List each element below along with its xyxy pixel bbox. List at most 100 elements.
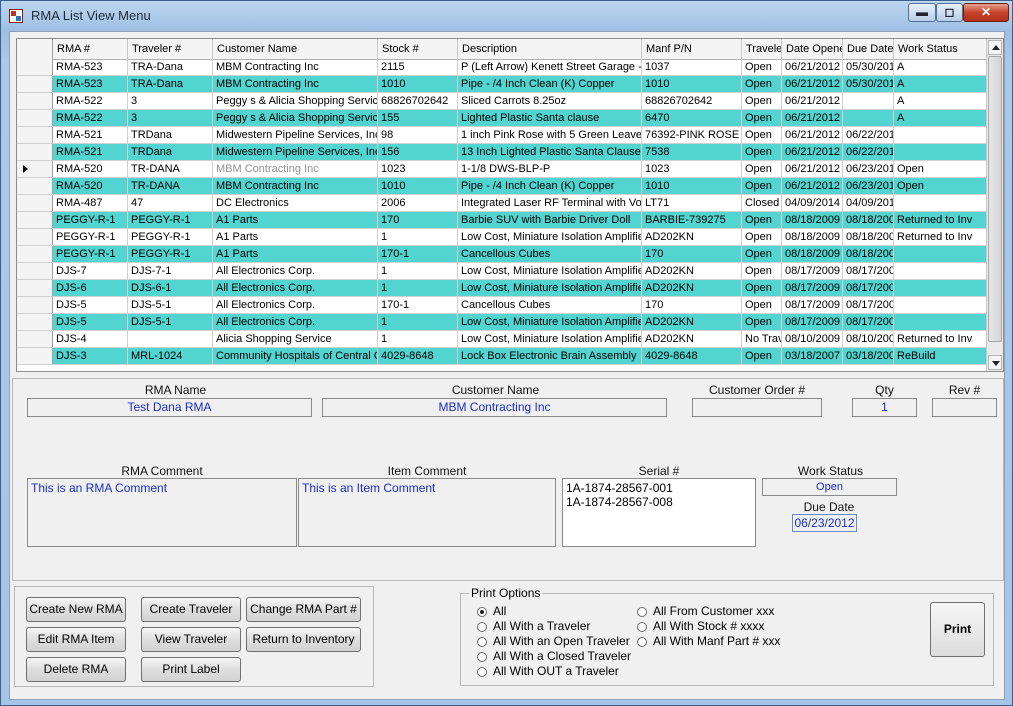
row-header[interactable]: [17, 161, 53, 177]
table-cell[interactable]: 08/17/2009: [782, 280, 843, 296]
table-cell[interactable]: 4029-8648: [642, 348, 742, 364]
table-cell[interactable]: 08/17/2009: [843, 297, 894, 313]
table-cell[interactable]: Open: [742, 263, 782, 279]
maximize-button[interactable]: ◻: [936, 3, 963, 22]
table-cell[interactable]: 98: [378, 127, 458, 143]
table-cell[interactable]: 08/10/2009: [843, 331, 894, 347]
table-cell[interactable]: 1: [378, 263, 458, 279]
column-header[interactable]: Stock #: [378, 39, 458, 59]
table-cell[interactable]: 06/22/2012: [843, 127, 894, 143]
table-cell[interactable]: 4029-8648: [378, 348, 458, 364]
table-cell[interactable]: AD202KN: [642, 280, 742, 296]
scroll-up-button[interactable]: [988, 40, 1002, 55]
table-cell[interactable]: TRA-Dana: [128, 76, 213, 92]
table-cell[interactable]: 76392-PINK ROSE: [642, 127, 742, 143]
row-header[interactable]: [17, 178, 53, 194]
column-header[interactable]: RMA #: [53, 39, 128, 59]
table-row[interactable]: DJS-5 DJS-5-1 All Electronics Corp. 1 Low Co…: [17, 314, 987, 331]
table-cell[interactable]: Community Hospitals of Central Califor: [213, 348, 378, 364]
table-row[interactable]: DJS-3 MRL-1024 Community Hospitals of Cent…: [17, 348, 987, 365]
table-cell[interactable]: Open: [742, 314, 782, 330]
table-cell[interactable]: [894, 297, 987, 313]
table-cell[interactable]: 2006: [378, 195, 458, 211]
row-header[interactable]: [17, 229, 53, 245]
table-cell[interactable]: [894, 314, 987, 330]
create-new-rma-button[interactable]: Create New RMA: [26, 597, 126, 622]
table-cell[interactable]: AD202KN: [642, 229, 742, 245]
table-cell[interactable]: Open: [742, 76, 782, 92]
table-cell[interactable]: DJS-3: [53, 348, 128, 364]
table-cell[interactable]: 155: [378, 110, 458, 126]
change-rma-part-button[interactable]: Change RMA Part #: [246, 597, 361, 622]
delete-rma-button[interactable]: Delete RMA: [26, 657, 126, 682]
row-header[interactable]: [17, 263, 53, 279]
table-cell[interactable]: 3: [128, 93, 213, 109]
table-cell[interactable]: 1010: [642, 76, 742, 92]
column-header[interactable]: Date Opene: [782, 39, 843, 59]
row-header[interactable]: [17, 144, 53, 160]
table-cell[interactable]: BARBIE-739275: [642, 212, 742, 228]
table-cell[interactable]: Sliced Carrots 8.25oz: [458, 93, 642, 109]
view-traveler-button[interactable]: View Traveler: [141, 627, 241, 652]
table-cell[interactable]: 08/18/2009: [782, 246, 843, 262]
table-cell[interactable]: Peggy s & Alicia Shopping Service: [213, 110, 378, 126]
table-row[interactable]: DJS-5 DJS-5-1 All Electronics Corp. 170-1 Ca…: [17, 297, 987, 314]
table-row[interactable]: RMA-521 TRDana Midwestern Pipeline Service…: [17, 144, 987, 161]
row-header[interactable]: [17, 110, 53, 126]
table-cell[interactable]: 04/09/2014: [843, 195, 894, 211]
radio-all-with-manf-part[interactable]: All With Manf Part # xxx: [637, 634, 780, 648]
table-cell[interactable]: TR-DANA: [128, 178, 213, 194]
table-cell[interactable]: Open: [742, 93, 782, 109]
table-cell[interactable]: Open: [742, 212, 782, 228]
table-cell[interactable]: MBM Contracting Inc: [213, 59, 378, 75]
table-cell[interactable]: 170-1: [378, 246, 458, 262]
table-cell[interactable]: 7538: [642, 144, 742, 160]
table-cell[interactable]: 1: [378, 280, 458, 296]
table-cell[interactable]: [843, 93, 894, 109]
table-cell[interactable]: Cancellous Cubes: [458, 246, 642, 262]
qty-field[interactable]: 1: [852, 398, 917, 417]
table-cell[interactable]: MRL-1024: [128, 348, 213, 364]
table-cell[interactable]: [894, 144, 987, 160]
table-cell[interactable]: Low Cost, Miniature Isolation Amplifiers…: [458, 229, 642, 245]
table-cell[interactable]: 170: [642, 297, 742, 313]
table-cell[interactable]: Open: [742, 229, 782, 245]
table-cell[interactable]: DJS-5-1: [128, 314, 213, 330]
table-row[interactable]: RMA-522 3 Peggy s & Alicia Shopping Servic…: [17, 110, 987, 127]
table-cell[interactable]: A1 Parts: [213, 229, 378, 245]
table-cell[interactable]: 08/17/2009: [782, 297, 843, 313]
rma-grid[interactable]: RMA # Traveler # Customer Name Stock # Descr…: [16, 38, 1004, 372]
table-cell[interactable]: Open: [742, 348, 782, 364]
table-cell[interactable]: LT71: [642, 195, 742, 211]
table-cell[interactable]: DJS-7: [53, 263, 128, 279]
table-cell[interactable]: A: [894, 110, 987, 126]
table-cell[interactable]: PEGGY-R-1: [128, 212, 213, 228]
table-cell[interactable]: RMA-523: [53, 76, 128, 92]
table-cell[interactable]: Open: [742, 161, 782, 177]
table-cell[interactable]: 06/21/2012: [782, 178, 843, 194]
rma-comment-textarea[interactable]: This is an RMA Comment: [27, 478, 297, 547]
table-cell[interactable]: RMA-521: [53, 144, 128, 160]
table-cell[interactable]: Open: [742, 59, 782, 75]
table-cell[interactable]: Open: [742, 110, 782, 126]
close-button[interactable]: ✕: [963, 3, 1009, 22]
table-cell[interactable]: Open: [894, 178, 987, 194]
table-cell[interactable]: 1 inch Pink Rose with 5 Green Leaves aro…: [458, 127, 642, 143]
radio-all-with-stock[interactable]: All With Stock # xxxx: [637, 619, 764, 633]
table-cell[interactable]: MBM Contracting Inc: [213, 161, 378, 177]
customer-name-field[interactable]: MBM Contracting Inc: [322, 398, 667, 417]
table-cell[interactable]: DJS-6: [53, 280, 128, 296]
table-cell[interactable]: 3: [128, 110, 213, 126]
table-cell[interactable]: 1010: [642, 178, 742, 194]
table-cell[interactable]: Low Cost, Miniature Isolation Amplifiers…: [458, 263, 642, 279]
row-header[interactable]: [17, 348, 53, 364]
table-cell[interactable]: [894, 127, 987, 143]
table-cell[interactable]: Open: [894, 161, 987, 177]
row-header[interactable]: [17, 195, 53, 211]
table-cell[interactable]: 06/23/2012: [843, 178, 894, 194]
table-cell[interactable]: RMA-522: [53, 110, 128, 126]
table-cell[interactable]: 1023: [378, 161, 458, 177]
table-cell[interactable]: 1010: [378, 76, 458, 92]
table-cell[interactable]: 1: [378, 314, 458, 330]
table-cell[interactable]: 08/17/2009: [843, 314, 894, 330]
